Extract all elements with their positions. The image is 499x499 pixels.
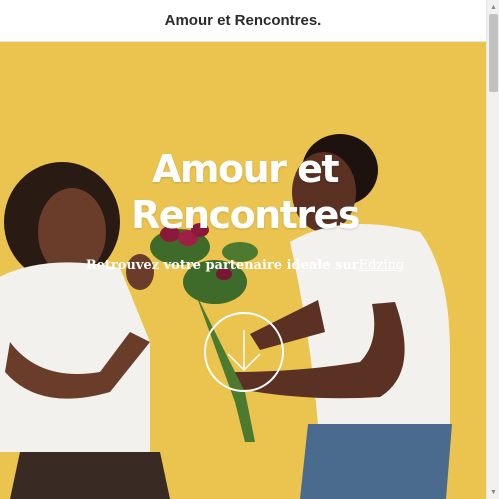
- scrollbar-thumb[interactable]: [489, 14, 498, 92]
- arrow-down-icon: [227, 330, 261, 372]
- hero-subtitle-text: Retrouvez votre partenaire ideale sur: [85, 258, 359, 273]
- scroll-up-arrow-icon[interactable]: ▲: [487, 0, 499, 14]
- hero-heading-line-2: Rencontres: [130, 193, 361, 237]
- hero-section: Amour et Rencontres Retrouvez votre part…: [0, 42, 486, 499]
- vertical-scrollbar[interactable]: ▲ ▼: [486, 0, 499, 499]
- site-title[interactable]: Amour et Rencontres.: [165, 12, 322, 29]
- scroll-down-button[interactable]: [204, 312, 284, 392]
- page: Amour et Rencontres. Amour et Rencontres…: [0, 0, 486, 499]
- hero-heading: Amour et Rencontres: [60, 146, 430, 238]
- top-bar: Amour et Rencontres.: [0, 0, 486, 42]
- hero-heading-line-1: Amour et: [151, 147, 340, 191]
- hero-subtitle: Retrouvez votre partenaire ideale surEdz…: [40, 258, 450, 273]
- scroll-down-arrow-icon[interactable]: ▼: [487, 485, 499, 499]
- edzing-link[interactable]: Edzing: [359, 258, 405, 273]
